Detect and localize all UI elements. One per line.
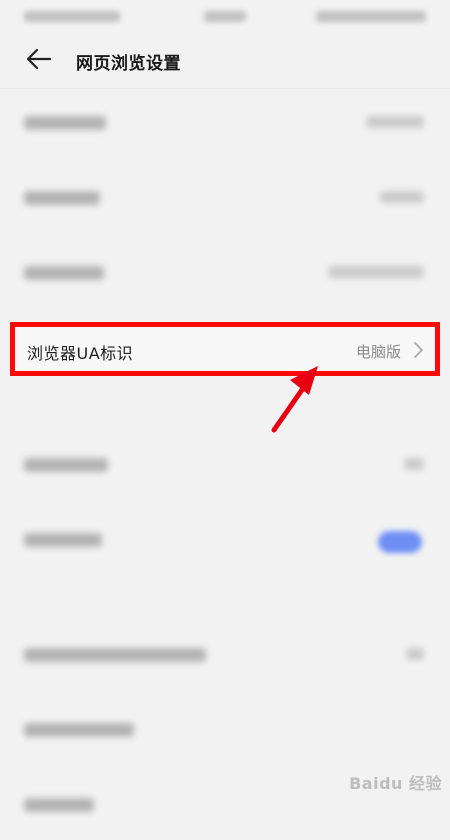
chevron-right-icon <box>411 341 425 359</box>
blurred-settings-group-1 <box>0 88 450 318</box>
blurred-setting-row[interactable] <box>0 163 450 233</box>
blurred-setting-row[interactable] <box>0 238 450 308</box>
browser-ua-label: 浏览器UA标识 <box>27 344 134 363</box>
blurred-setting-row[interactable] <box>0 88 450 158</box>
app-header: 网页浏览设置 <box>0 34 450 88</box>
status-bar <box>0 0 450 34</box>
browser-ua-value: 电脑版 <box>355 343 401 361</box>
blurred-toggle-switch[interactable] <box>378 531 422 553</box>
back-arrow-icon <box>26 48 52 74</box>
baidu-jingyan-watermark: Baidu 经验 <box>349 774 442 793</box>
page-title: 网页浏览设置 <box>76 54 181 74</box>
blurred-setting-row[interactable] <box>0 430 450 500</box>
browser-ua-setting-row[interactable]: 浏览器UA标识 电脑版 <box>10 322 440 376</box>
blurred-setting-row[interactable] <box>0 695 450 765</box>
blurred-settings-group-2 <box>0 420 450 812</box>
blurred-setting-row[interactable] <box>0 620 450 690</box>
back-button[interactable] <box>22 46 56 76</box>
